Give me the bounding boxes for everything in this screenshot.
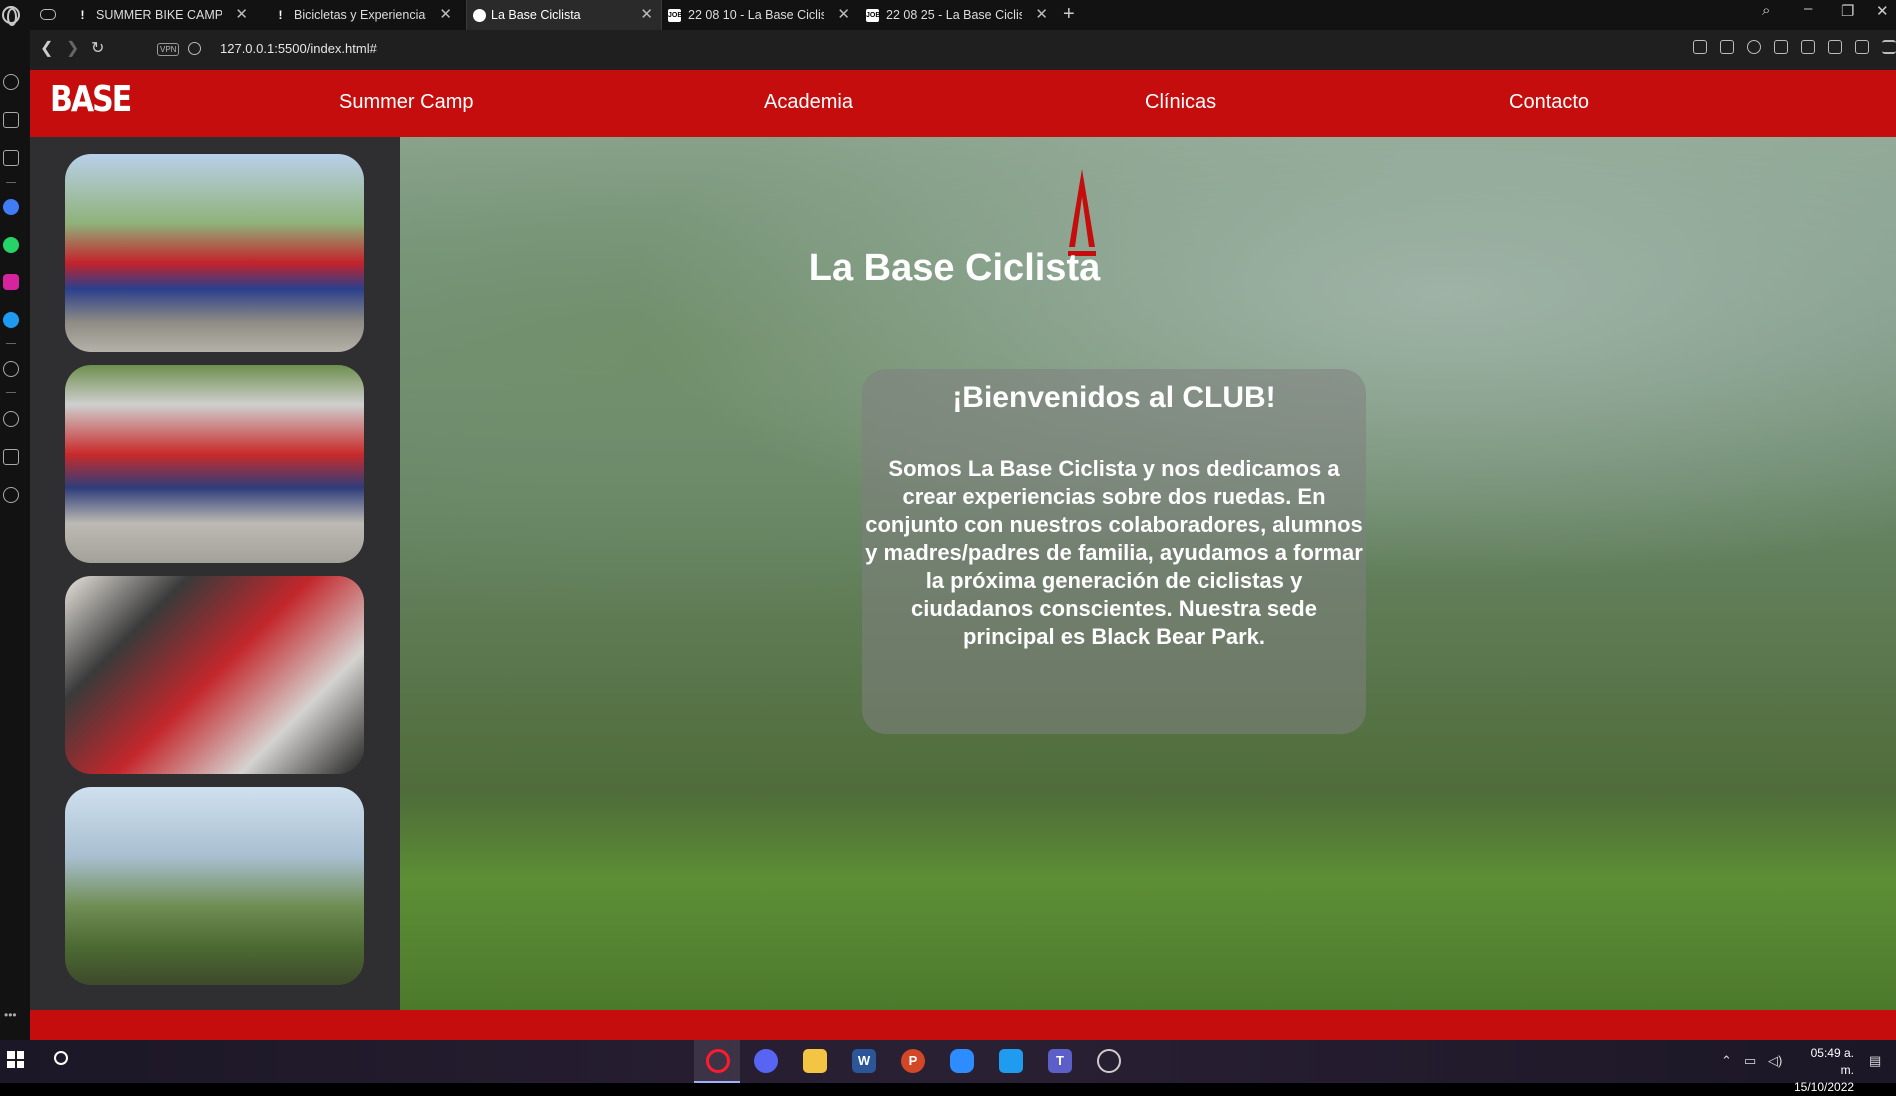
close-tab-icon[interactable]: ✕ [640, 0, 653, 30]
close-tab-icon[interactable]: ✕ [837, 0, 850, 30]
opera-sidebar: ••• [0, 30, 30, 1040]
settings-icon[interactable] [3, 487, 19, 503]
instagram-icon[interactable] [3, 274, 19, 290]
twitter-icon[interactable] [3, 312, 19, 328]
tab-title: La Base Ciclista [491, 8, 581, 22]
photo-gallery [30, 137, 400, 1010]
hero-grass [400, 790, 1896, 1010]
download-icon[interactable] [1855, 40, 1869, 54]
gallery-photo-group-1[interactable] [65, 154, 364, 352]
base-logo[interactable]: BASE [50, 79, 132, 121]
close-tab-icon[interactable]: ✕ [1035, 0, 1048, 30]
ad-block-icon[interactable] [1747, 40, 1761, 54]
gallery-photo-coaches[interactable] [65, 576, 364, 774]
tab-title: Bicicletas y Experiencias | L [294, 8, 426, 22]
opera-taskbar-icon[interactable] [706, 1049, 730, 1073]
welcome-card: ¡Bienvenidos al CLUB! Somos La Base Cicl… [862, 369, 1366, 734]
twitch-icon[interactable] [3, 150, 19, 166]
restore-icon[interactable]: ❐ [1841, 2, 1854, 20]
obs-icon[interactable] [1097, 1049, 1121, 1073]
welcome-text: Somos La Base Ciclista y nos dedicamos a… [865, 456, 1363, 649]
sidebar-divider [6, 343, 16, 344]
notifications-icon[interactable]: ▤ [1869, 1053, 1881, 1069]
clock-time: 05:49 a. m. [1810, 1046, 1854, 1077]
windows-start-icon[interactable] [7, 1051, 24, 1068]
menu-icon[interactable] [1882, 40, 1896, 54]
site-info-icon[interactable] [188, 42, 201, 55]
word-icon[interactable]: W [852, 1049, 876, 1073]
tab-title: SUMMER BIKE CAMP | La B [96, 8, 222, 22]
discord-icon[interactable] [754, 1049, 778, 1073]
nav-contacto[interactable]: Contacto [1509, 91, 1589, 114]
browser-tab-bar: ! SUMMER BIKE CAMP | La B ✕ ! Bicicletas… [0, 0, 1896, 30]
tab-favicon-icon: JOB [866, 9, 880, 22]
sidebar-divider [6, 392, 16, 393]
tab-bicicletas[interactable]: ! Bicicletas y Experiencias | L ✕ [264, 0, 460, 30]
vscode-icon[interactable] [999, 1049, 1023, 1073]
vpn-badge[interactable]: VPN [157, 43, 180, 56]
clock-date: 15/10/2022 [1794, 1080, 1855, 1094]
edit-icon[interactable] [1693, 40, 1707, 54]
powerpoint-icon[interactable]: P [901, 1049, 925, 1073]
address-bar-tools [1693, 40, 1896, 54]
hero-section: La Base Ciclista ¡Bienvenidos al CLUB! S… [400, 137, 1896, 1010]
show-hidden-icons-icon[interactable]: ⌃ [1721, 1053, 1732, 1069]
messenger-icon[interactable] [3, 199, 19, 215]
site-footer [30, 1010, 1896, 1040]
send-icon[interactable] [1774, 40, 1788, 54]
close-tab-icon[interactable]: ✕ [235, 0, 248, 30]
globe-icon [473, 9, 486, 22]
minimize-icon[interactable]: – [1804, 0, 1812, 17]
sidebar-divider [6, 182, 16, 183]
player-icon[interactable] [3, 361, 19, 377]
url-field[interactable]: 127.0.0.1:5500/index.html# [220, 41, 377, 56]
nav-academia[interactable]: Academia [764, 91, 853, 114]
tab-22-08-25[interactable]: JOB 22 08 25 - La Base Ciclista ✕ [860, 0, 1056, 30]
tab-title: 22 08 25 - La Base Ciclista [886, 8, 1022, 22]
nav-clinicas[interactable]: Clínicas [1145, 91, 1216, 114]
nav-summer-camp[interactable]: Summer Camp [339, 91, 473, 114]
zoom-icon[interactable] [950, 1049, 974, 1073]
back-icon[interactable]: ❮ [40, 40, 53, 58]
address-bar: ❮ ❯ ↻ VPN 127.0.0.1:5500/index.html# [30, 30, 1896, 70]
site-navbar: BASE Summer Camp Academia Clínicas Conta… [30, 70, 1896, 137]
forward-icon[interactable]: ❯ [66, 40, 79, 58]
welcome-title: ¡Bienvenidos al CLUB! [952, 381, 1276, 414]
reload-icon[interactable]: ↻ [91, 40, 104, 58]
more-icon[interactable]: ••• [4, 1008, 17, 1022]
camera-icon[interactable] [1720, 40, 1734, 54]
speed-dial-icon[interactable] [3, 74, 19, 90]
search-tabs-icon[interactable]: ⌕ [1762, 2, 1770, 19]
history-icon[interactable] [3, 411, 19, 427]
hero-title: La Base Ciclista [808, 247, 1101, 289]
new-tab-icon[interactable]: + [1063, 3, 1075, 26]
gallery-photo-kid-riding[interactable] [65, 787, 364, 985]
tab-favicon-icon: JOB [668, 9, 682, 22]
teams-icon[interactable]: T [1048, 1049, 1072, 1073]
file-explorer-icon[interactable] [803, 1049, 827, 1073]
gamepad-icon[interactable] [40, 9, 56, 20]
network-icon[interactable]: ▭ [1744, 1053, 1756, 1069]
tab-22-08-10[interactable]: JOB 22 08 10 - La Base Ciclista ✕ [662, 0, 858, 30]
close-window-icon[interactable]: ✕ [1876, 2, 1889, 20]
box-icon[interactable] [1828, 40, 1842, 54]
tab-title: 22 08 10 - La Base Ciclista [688, 8, 824, 22]
web-page: BASE Summer Camp Academia Clínicas Conta… [30, 70, 1896, 1040]
tab-summer-bike-camp[interactable]: ! SUMMER BIKE CAMP | La B ✕ [66, 0, 256, 30]
tab-favicon-icon: ! [278, 8, 283, 22]
windows-taskbar: W P T ⌃ ▭ ◁) 05:49 a. m. 15/10/2022 ▤ [0, 1040, 1896, 1094]
gallery-photo-group-2[interactable] [65, 365, 364, 563]
base-a-logo-icon [1068, 169, 1096, 256]
heart-icon[interactable] [1801, 40, 1815, 54]
tab-la-base-ciclista[interactable]: La Base Ciclista ✕ [466, 0, 662, 30]
opera-logo-icon[interactable] [2, 6, 20, 26]
search-icon[interactable] [54, 1051, 68, 1065]
tab-favicon-icon: ! [80, 8, 85, 22]
close-tab-icon[interactable]: ✕ [439, 0, 452, 30]
shopping-icon[interactable] [3, 112, 19, 128]
whatsapp-icon[interactable] [3, 237, 19, 253]
extensions-icon[interactable] [3, 449, 19, 465]
system-clock[interactable]: 05:49 a. m. 15/10/2022 [1794, 1045, 1854, 1096]
volume-icon[interactable]: ◁) [1768, 1053, 1782, 1069]
